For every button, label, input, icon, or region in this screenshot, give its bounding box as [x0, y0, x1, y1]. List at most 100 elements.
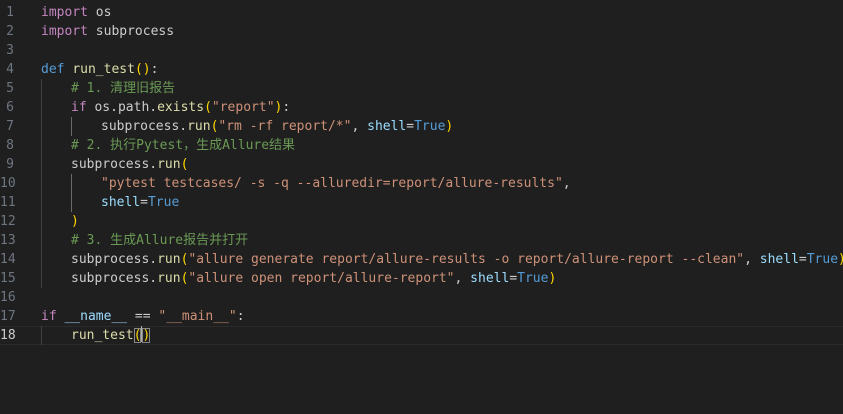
indent-guide: [71, 117, 72, 136]
code-text: subprocess.run("allure generate report/a…: [71, 250, 843, 269]
token-default: =: [140, 195, 148, 210]
token-default: os: [87, 5, 112, 20]
code-line[interactable]: 15 subprocess.run("allure open report/all…: [0, 269, 843, 288]
code-text: import os: [41, 3, 111, 22]
line-number: 2: [6, 24, 14, 39]
token-default: ,: [351, 119, 368, 134]
token-function: run: [187, 119, 211, 134]
code-text: # 3. 生成Allure报告并打开: [71, 231, 248, 250]
line-number: 5: [6, 81, 14, 96]
token-default: subprocess.: [71, 252, 158, 267]
line-number: 4: [6, 62, 14, 77]
token-bracket1: (): [134, 62, 151, 77]
code-line[interactable]: 17 if __name__ == "__main__":: [0, 307, 843, 326]
code-editor[interactable]: 1 import os 2 import subprocess 3 4 def run_te…: [0, 0, 843, 414]
token-default: subprocess: [87, 24, 175, 39]
code-line[interactable]: 11 shell=True: [0, 193, 843, 212]
indent-guide: [41, 212, 42, 231]
token-comment: # 3. 生成Allure报告并打开: [71, 233, 249, 248]
token-string: "rm -rf report/*": [218, 119, 352, 134]
token-default: ,: [744, 252, 760, 267]
token-string: "report": [211, 100, 275, 115]
code-text: "pytest testcases/ -s -q --alluredir=rep…: [101, 174, 571, 193]
token-string: "pytest testcases/ -s -q --alluredir=rep…: [101, 176, 563, 191]
indent-guide: [41, 98, 42, 117]
indent-guide: [41, 117, 42, 136]
token-default: subprocess.: [101, 119, 188, 134]
code-line[interactable]: 3: [0, 41, 843, 60]
indent-guide: [41, 250, 42, 269]
token-constant: True: [147, 195, 180, 210]
code-text: if __name__ == "__main__":: [41, 307, 245, 326]
code-line[interactable]: 5 # 1. 清理旧报告: [0, 79, 843, 98]
indent-guide: [41, 136, 42, 155]
line-number: 3: [6, 43, 14, 58]
token-default: ,: [562, 176, 571, 191]
code-line[interactable]: 7 subprocess.run("rm -rf report/*", shell…: [0, 117, 843, 136]
code-text: shell=True: [101, 193, 179, 212]
token-default: subprocess.: [71, 271, 158, 286]
code-line[interactable]: 9 subprocess.run(: [0, 155, 843, 174]
code-line[interactable]: 10 "pytest testcases/ -s -q --alluredir=r…: [0, 174, 843, 193]
token-function: run: [157, 157, 181, 172]
line-number: 1: [6, 5, 14, 20]
token-bracket1: (: [133, 328, 142, 343]
token-bracket1: ): [548, 271, 557, 286]
code-text: # 1. 清理旧报告: [71, 79, 175, 98]
indent-guide: [41, 155, 42, 174]
token-function: exists: [157, 100, 205, 115]
token-function: run_test: [72, 62, 135, 77]
code-line[interactable]: 1 import os: [0, 3, 843, 22]
indent-guide: [41, 193, 42, 212]
token-default: subprocess.: [71, 157, 158, 172]
token-constant: True: [414, 119, 446, 134]
token-comment: # 1. 清理旧报告: [71, 81, 176, 96]
code-line[interactable]: 16: [0, 288, 843, 307]
line-number: 14: [0, 252, 16, 267]
token-string: "__main__": [158, 309, 237, 324]
token-default: ,: [454, 271, 471, 286]
token-function: run_test: [71, 328, 134, 343]
token-default: :: [236, 309, 245, 324]
code-line[interactable]: 8 # 2. 执行Pytest，生成Allure结果: [0, 136, 843, 155]
line-number: 16: [0, 290, 16, 305]
indent-guide: [41, 269, 42, 288]
token-bracket1: ): [71, 214, 79, 229]
token-param: shell: [101, 195, 141, 210]
token-function: run: [157, 252, 181, 267]
code-line[interactable]: 4 def run_test():: [0, 60, 843, 79]
code-text: subprocess.run("allure open report/allur…: [71, 269, 556, 288]
code-line[interactable]: 12): [0, 212, 843, 231]
token-bracket1: ): [445, 119, 454, 134]
token-string: "allure generate report/allure-results -…: [188, 252, 745, 267]
token-default: =: [406, 119, 415, 134]
code-text: if os.path.exists("report"):: [71, 98, 290, 117]
line-number: 6: [6, 100, 14, 115]
token-function: run: [157, 271, 181, 286]
token-keyword: if: [71, 100, 87, 115]
line-number: 9: [6, 157, 14, 172]
code-text: import subprocess: [41, 22, 174, 41]
indent-guide: [41, 79, 42, 98]
indent-guide: [71, 193, 72, 212]
token-param: shell: [759, 252, 799, 267]
line-number: 11: [0, 195, 16, 210]
token-default: =: [798, 252, 807, 267]
line-number: 17: [0, 309, 16, 324]
line-number: 15: [0, 271, 16, 286]
code-line[interactable]: 2 import subprocess: [0, 22, 843, 41]
token-keyword: import: [41, 5, 88, 20]
line-number: 7: [6, 119, 14, 134]
indent-guide: [41, 326, 42, 345]
code-line[interactable]: 13 # 3. 生成Allure报告并打开: [0, 231, 843, 250]
code-line[interactable]: 6 if os.path.exists("report"):: [0, 98, 843, 117]
code-text: run_test(): [71, 326, 151, 345]
code-line[interactable]: 18 run_test(): [0, 326, 843, 345]
code-text: ): [71, 212, 79, 231]
token-bracket1: (: [204, 100, 212, 115]
line-number: 10: [0, 176, 16, 191]
code-line[interactable]: 14 subprocess.run("allure generate report…: [0, 250, 843, 269]
token-default: ==: [127, 309, 159, 324]
code-text: def run_test():: [41, 60, 158, 79]
indent-guide: [71, 174, 72, 193]
